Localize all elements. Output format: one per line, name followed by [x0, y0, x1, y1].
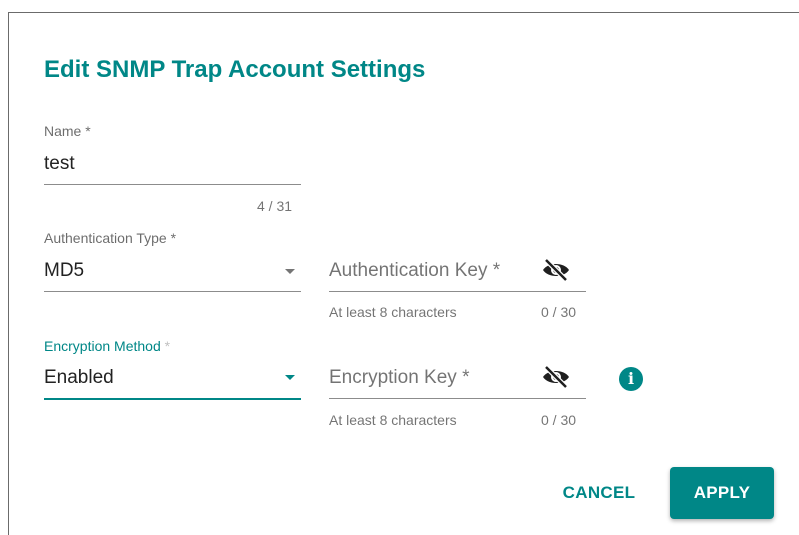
encryption-method-label: Encryption Method * [44, 338, 170, 354]
auth-key-char-counter: 0 / 30 [541, 304, 577, 320]
encryption-method-select[interactable]: Enabled [44, 367, 114, 389]
cancel-button[interactable]: CANCEL [552, 468, 646, 518]
encryption-key-hint: At least 8 characters [329, 412, 457, 428]
auth-key-underline [329, 291, 586, 292]
eye-off-icon[interactable] [541, 366, 571, 388]
edit-snmp-trap-dialog: Edit SNMP Trap Account Settings Name * t… [0, 0, 799, 535]
dialog-title: Edit SNMP Trap Account Settings [44, 56, 426, 83]
encryption-key-input[interactable]: Encryption Key * [329, 367, 469, 389]
dialog-top-border [8, 12, 799, 13]
auth-type-label: Authentication Type * [44, 230, 177, 246]
auth-type-underline [44, 291, 301, 292]
encryption-key-char-counter: 0 / 30 [541, 412, 577, 428]
info-icon[interactable]: i [619, 367, 643, 391]
encryption-method-underline [44, 398, 301, 400]
auth-type-select[interactable]: MD5 [44, 260, 84, 282]
chevron-down-icon[interactable] [285, 269, 295, 274]
chevron-down-icon[interactable] [285, 375, 295, 380]
apply-button[interactable]: APPLY [670, 467, 774, 519]
name-underline [44, 184, 301, 185]
eye-off-icon[interactable] [541, 259, 571, 281]
encryption-key-underline [329, 398, 586, 399]
required-marker: * [160, 338, 171, 354]
name-input[interactable]: test [44, 153, 75, 175]
auth-key-hint: At least 8 characters [329, 304, 457, 320]
name-label: Name * [44, 123, 91, 139]
dialog-left-border [8, 12, 9, 535]
auth-key-input[interactable]: Authentication Key * [329, 260, 500, 282]
name-char-counter: 4 / 31 [257, 198, 293, 214]
encryption-method-label-text: Encryption Method [44, 338, 161, 354]
